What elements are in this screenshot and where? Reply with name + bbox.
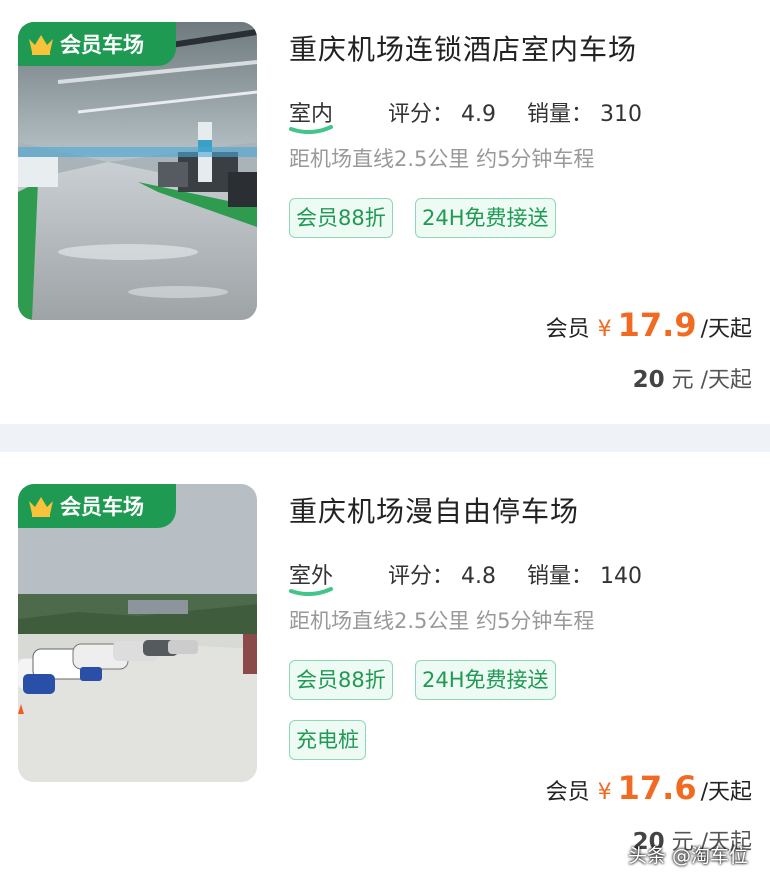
member-lot-badge: 会员车场 [18, 484, 176, 528]
parking-photo-outdoor[interactable]: 会员车场 [18, 484, 257, 782]
crown-icon [29, 35, 53, 55]
indoor-garage-image [18, 22, 257, 320]
original-price: 20 元 /天起 [632, 367, 752, 393]
listing-title[interactable]: 重庆机场漫自由停车场 [289, 490, 579, 530]
tag-free-shuttle: 24H免费接送 [415, 660, 556, 700]
location-type: 室外 [289, 558, 357, 596]
sales: 销量： 310 [527, 102, 643, 127]
distance-info: 距机场直线2.5公里 约5分钟车程 [289, 609, 595, 633]
highlight-swoosh-icon [289, 125, 333, 134]
tag-member-discount: 会员88折 [289, 198, 393, 238]
member-lot-badge: 会员车场 [18, 22, 176, 66]
distance-info: 距机场直线2.5公里 约5分钟车程 [289, 147, 595, 171]
listing-meta: 室外 评分： 4.8 销量： 140 [289, 558, 666, 596]
badge-label: 会员车场 [60, 33, 144, 57]
badge-label: 会员车场 [60, 495, 144, 519]
listing-title[interactable]: 重庆机场连锁酒店室内车场 [289, 28, 637, 68]
outdoor-lot-image [18, 484, 257, 782]
rating: 评分： 4.9 [388, 102, 497, 127]
highlight-swoosh-icon [289, 587, 333, 596]
sales: 销量： 140 [527, 564, 643, 589]
listing-meta: 室内 评分： 4.9 销量： 310 [289, 96, 666, 134]
tag-free-shuttle: 24H免费接送 [415, 198, 556, 238]
member-price: 会员 ¥17.6/天起 [545, 769, 752, 807]
rating: 评分： 4.8 [388, 564, 497, 589]
crown-icon [29, 497, 53, 517]
watermark: 头条 @淘车位 [627, 845, 748, 867]
member-price: 会员 ¥17.9/天起 [545, 306, 752, 344]
location-type: 室内 [289, 96, 357, 134]
tag-member-discount: 会员88折 [289, 660, 393, 700]
tag-charging-pile: 充电桩 [289, 720, 366, 760]
parking-photo-indoor[interactable]: 会员车场 [18, 22, 257, 320]
